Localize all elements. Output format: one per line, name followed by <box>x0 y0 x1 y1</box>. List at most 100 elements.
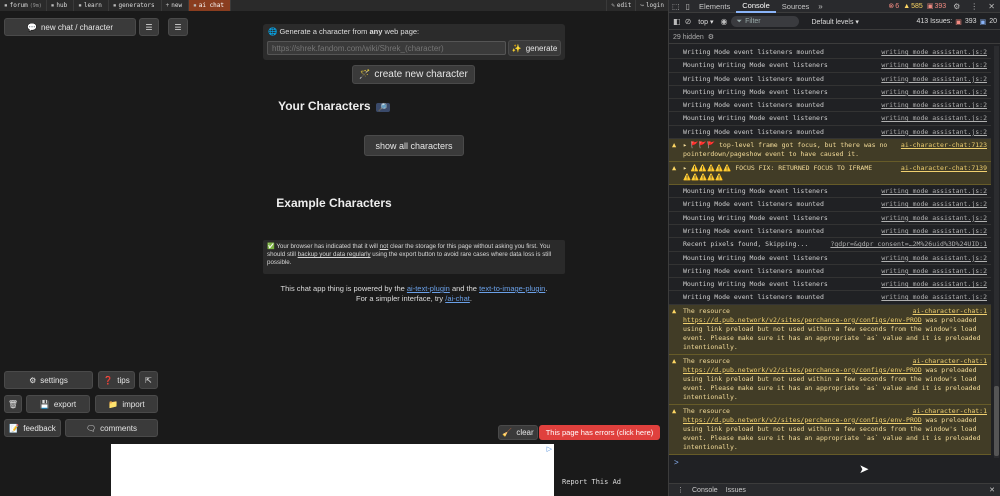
log-levels-select[interactable]: Default levels ▾ <box>811 18 859 26</box>
console-scrollbar[interactable] <box>994 46 999 458</box>
text-to-image-plugin-link[interactable]: text-to-image-plugin <box>479 284 545 293</box>
log-source-link[interactable]: writing_mode_assistant.js:2 <box>881 114 987 123</box>
log-source-link[interactable]: ai-character-chat:1 <box>913 357 987 366</box>
log-source-link[interactable]: writing_mode_assistant.js:2 <box>881 128 987 137</box>
trash-icon: 🗑 <box>7 399 19 409</box>
backup-link[interactable]: backup your data regularly <box>298 251 371 258</box>
search-icon[interactable]: 🔎 <box>375 103 390 112</box>
close-icon[interactable]: ✕ <box>989 486 1000 494</box>
nav-item-ai-chat[interactable]: ▪ ai chat <box>189 0 232 11</box>
log-source-link[interactable]: writing_mode_assistant.js:2 <box>881 200 987 209</box>
log-source-link[interactable]: writing_mode_assistant.js:2 <box>881 187 987 196</box>
generate-button[interactable]: ✨ generate <box>508 40 561 56</box>
console-prompt[interactable]: > <box>669 458 991 468</box>
context-select[interactable]: top ▾ <box>695 18 716 26</box>
console-resource-warning-row: ▲ ai-character-chat:1 The resource https://… <box>669 404 991 455</box>
nav-item-forum[interactable]: ▪ forum (9m) <box>0 0 47 11</box>
adchoices-icon[interactable]: ▷ <box>547 445 552 453</box>
eye-icon[interactable]: ◉ <box>720 17 727 26</box>
nav-item-hub[interactable]: ▪ hub <box>47 0 75 11</box>
nav-item-new[interactable]: + new <box>162 0 190 11</box>
devtools-tab-console[interactable]: Console <box>736 0 776 13</box>
issue-count[interactable]: ▣ 393 <box>927 2 946 11</box>
log-source-link[interactable]: ai-character-chat:1 <box>913 407 987 416</box>
console-filter[interactable]: ⏷ Filter <box>731 16 800 27</box>
issues-counter[interactable]: 413 Issues: ▣ 393 ▣ 20 <box>916 18 1000 26</box>
ad-banner[interactable]: ▷ <box>111 444 554 496</box>
generator-label: 🌐 Generate a character from any web page… <box>268 27 420 36</box>
log-text: Writing Mode event listeners mounted <box>683 200 824 209</box>
resource-url-link[interactable]: https://d.pub.network/v2/sites/perchance… <box>683 316 922 324</box>
export-button[interactable]: 💾 export <box>26 395 90 413</box>
new-chat-button[interactable]: 💬 new chat / character <box>4 18 136 36</box>
more-tabs-icon[interactable]: » <box>815 2 825 11</box>
log-text: Mounting Writing Mode event listeners <box>683 253 828 262</box>
log-source-link[interactable]: writing_mode_assistant.js:2 <box>881 267 987 276</box>
nav-icon: + <box>165 2 170 9</box>
log-source-link[interactable]: writing_mode_assistant.js:2 <box>881 280 987 289</box>
ai-text-plugin-link[interactable]: ai-text-plugin <box>407 284 450 293</box>
log-source-link[interactable]: ai-character-chat:7123 <box>901 141 987 150</box>
gear-icon[interactable]: ⚙ <box>950 2 963 11</box>
check-icon: ✅ <box>267 243 275 250</box>
tips-button[interactable]: ❓ tips <box>98 371 135 389</box>
log-source-link[interactable]: writing_mode_assistant.js:2 <box>881 48 987 57</box>
console-log-row: Writing Mode event listeners mounted writ… <box>669 46 991 60</box>
delete-button[interactable]: 🗑 <box>4 395 22 413</box>
log-text: Writing Mode event listeners mounted <box>683 74 824 83</box>
log-source-link[interactable]: ai-character-chat:7139 <box>901 164 987 173</box>
console-log-row: Writing Mode event listeners mounted writ… <box>669 73 991 86</box>
clear-console-icon[interactable]: ⊘ <box>685 17 692 26</box>
settings-button[interactable]: ⚙ settings <box>4 371 93 389</box>
log-text: Writing Mode event listeners mounted <box>683 48 824 56</box>
import-button[interactable]: 📁 import <box>95 395 158 413</box>
ai-chat-link[interactable]: /ai-chat <box>445 294 470 303</box>
log-source-link[interactable]: writing_mode_assistant.js:2 <box>881 254 987 263</box>
console-warning-row: ▲ ▸ ⚠️⚠️⚠️⚠️⚠️ FOCUS FIX: RETURNED FOCUS … <box>669 162 991 186</box>
log-source-link[interactable]: writing_mode_assistant.js:2 <box>881 61 987 70</box>
drawer-tab-console[interactable]: Console <box>692 487 718 494</box>
create-character-button[interactable]: 🪄 create new character <box>352 65 475 84</box>
devtools-tab-elements[interactable]: Elements <box>693 0 736 13</box>
nav-item-generators[interactable]: ▪ generators <box>109 0 162 11</box>
log-text: Recent pixels found, Skipping... <box>683 240 809 249</box>
log-source-link[interactable]: writing_mode_assistant.js:2 <box>881 75 987 84</box>
menu-button-2[interactable]: ☰ <box>168 18 188 36</box>
log-source-link[interactable]: writing_mode_assistant.js:2 <box>881 214 987 223</box>
error-count[interactable]: ⊗ 6 <box>888 2 899 11</box>
comments-button[interactable]: 🗨 comments <box>65 419 158 437</box>
resource-url-link[interactable]: https://d.pub.network/v2/sites/perchance… <box>683 416 922 424</box>
device-toolbar-icon[interactable]: ▯ <box>683 2 693 11</box>
collapse-button[interactable]: ⇱ <box>139 371 158 389</box>
console-log-row: Mounting Writing Mode event listeners wri… <box>669 59 991 73</box>
page-errors-button[interactable]: This page has errors (click here) <box>539 425 660 440</box>
warning-count[interactable]: ▲ 585 <box>903 3 923 10</box>
gear-icon[interactable]: ⚙ <box>708 33 714 41</box>
close-icon[interactable]: ✕ <box>985 2 998 11</box>
devtools-tab-sources[interactable]: Sources <box>776 0 816 13</box>
login-link[interactable]: ↪ login <box>635 0 668 11</box>
nav-item-learn[interactable]: ▪ learn <box>74 0 109 11</box>
resource-url-link[interactable]: https://d.pub.network/v2/sites/perchance… <box>683 366 922 374</box>
console-log-row: Writing Mode event listeners mounted writ… <box>669 198 991 212</box>
report-ad-link[interactable]: Report This Ad <box>562 478 621 486</box>
log-source-link[interactable]: writing_mode_assistant.js:2 <box>881 88 987 97</box>
devtools-counters: ⊗ 6 ▲ 585 ▣ 393 ⚙ ⋮ ✕ <box>888 2 1000 11</box>
url-input[interactable] <box>267 41 506 55</box>
drawer-menu-icon[interactable]: ⋮ <box>677 486 684 494</box>
log-source-link[interactable]: ai-character-chat:1 <box>913 307 987 316</box>
log-source-link[interactable]: writing_mode_assistant.js:2 <box>881 227 987 236</box>
inspect-icon[interactable]: ⬚ <box>669 2 683 11</box>
edit-link[interactable]: ✎ edit <box>606 0 635 11</box>
sidebar-toggle-icon[interactable]: ◧ <box>673 17 681 26</box>
log-source-link[interactable]: writing_mode_assistant.js:2 <box>881 293 987 302</box>
feedback-button[interactable]: 📝 feedback <box>4 419 61 437</box>
kebab-menu-icon[interactable]: ⋮ <box>967 2 981 11</box>
menu-button[interactable]: ☰ <box>139 18 159 36</box>
show-all-characters-button[interactable]: show all characters <box>364 135 464 156</box>
clear-button[interactable]: 🧹 clear <box>498 425 538 440</box>
drawer-tab-issues[interactable]: Issues <box>726 487 746 494</box>
log-source-link[interactable]: ?gdpr=&gdpr_consent=…2M%26uid%3D%24UID:1 <box>830 240 987 249</box>
log-source-link[interactable]: writing_mode_assistant.js:2 <box>881 101 987 110</box>
scroll-thumb[interactable] <box>994 386 999 456</box>
